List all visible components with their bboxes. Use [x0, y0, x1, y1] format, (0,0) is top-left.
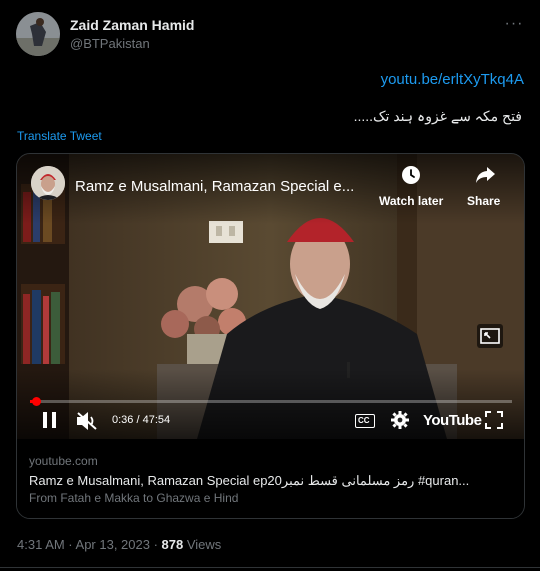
settings-gear-icon[interactable] [390, 410, 410, 430]
video-time: 0:36 / 47:54 [112, 414, 171, 426]
card-title[interactable]: Ramz e Musalmani, Ramazan Special ep20رم… [29, 473, 469, 489]
progress-scrubber[interactable] [32, 397, 41, 406]
captions-button[interactable]: CC [355, 414, 375, 428]
youtube-logo[interactable]: YouTube [423, 412, 482, 429]
video-title[interactable]: Ramz e Musalmani, Ramazan Special e... [75, 178, 354, 195]
translate-tweet-link[interactable]: Translate Tweet [17, 129, 102, 143]
video-frame [17, 154, 524, 439]
picture-in-picture-icon [480, 328, 500, 344]
mute-icon[interactable] [75, 410, 99, 432]
divider [0, 567, 540, 568]
views-label: Views [183, 537, 222, 552]
author-avatar[interactable] [16, 12, 60, 56]
share-label[interactable]: Share [467, 194, 500, 208]
tweet-meta: 4:31 AM · Apr 13, 2023 · 878 Views [17, 537, 221, 552]
youtube-card[interactable]: Ramz e Musalmani, Ramazan Special e... W… [16, 153, 525, 519]
author-name[interactable]: Zaid Zaman Hamid [70, 17, 194, 33]
channel-avatar[interactable] [31, 166, 65, 200]
author-handle[interactable]: @BTPakistan [70, 36, 150, 51]
video-player[interactable]: Ramz e Musalmani, Ramazan Special e... W… [17, 154, 524, 439]
video-link[interactable]: youtu.be/erltXyTkq4A [381, 71, 524, 88]
watch-later-label[interactable]: Watch later [379, 194, 443, 208]
pause-icon[interactable] [41, 410, 59, 430]
tweet-text: فتح مکہ سے غزوہ ہند تک..... [353, 108, 522, 124]
card-domain: youtube.com [29, 454, 98, 468]
fullscreen-icon[interactable] [484, 410, 504, 430]
clock-icon[interactable] [401, 165, 421, 185]
captions-icon: CC [358, 416, 370, 425]
more-options-icon[interactable]: ··· [504, 16, 524, 32]
progress-track[interactable] [30, 400, 512, 403]
share-icon[interactable] [474, 165, 496, 185]
card-description: From Fatah e Makka to Ghazwa e Hind [29, 491, 239, 505]
picture-in-picture-button[interactable] [477, 324, 503, 348]
views-count: 878 [161, 537, 184, 552]
tweet-timestamp[interactable]: 4:31 AM · Apr 13, 2023 · [17, 537, 162, 552]
card-info[interactable]: youtube.com Ramz e Musalmani, Ramazan Sp… [17, 439, 524, 518]
